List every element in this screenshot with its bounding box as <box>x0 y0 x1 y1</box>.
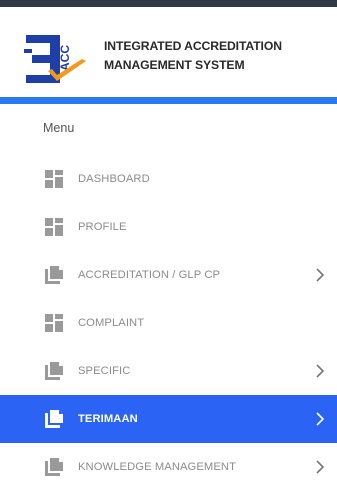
iams-logo[interactable]: ACC <box>24 31 90 89</box>
chevron-right-icon <box>316 412 325 426</box>
sidebar-item-label: DASHBOARD <box>78 173 150 185</box>
sidebar-item-label: PROFILE <box>78 221 127 233</box>
chevron-right-icon <box>316 268 325 282</box>
sidebar-item-label: COMPLAINT <box>78 317 145 329</box>
sidebar-item-knowledge-management[interactable]: KNOWLEDGE MANAGEMENT <box>0 443 337 491</box>
brand-header: ACC INTEGRATED ACCREDITATION MANAGEMENT … <box>0 7 337 97</box>
sidebar-item-specific[interactable]: SPECIFIC <box>0 347 337 395</box>
app-title: INTEGRATED ACCREDITATION MANAGEMENT SYST… <box>104 37 282 75</box>
sidebar-nav: DASHBOARD PROFILE ACCREDITATION / GLP CP <box>0 155 337 491</box>
sidebar-item-profile[interactable]: PROFILE <box>0 203 337 251</box>
chevron-right-icon <box>316 460 325 474</box>
sidebar-item-dashboard[interactable]: DASHBOARD <box>0 155 337 203</box>
top-strip <box>0 0 337 7</box>
grid-icon <box>45 170 63 188</box>
sidebar-item-label: KNOWLEDGE MANAGEMENT <box>78 461 237 473</box>
sidebar-item-terimaan[interactable]: TERIMAAN <box>0 395 337 443</box>
chevron-right-icon <box>316 364 325 378</box>
sidebar-item-accreditation[interactable]: ACCREDITATION / GLP CP <box>0 251 337 299</box>
menu-heading: Menu <box>43 121 75 135</box>
app-title-line2: MANAGEMENT SYSTEM <box>104 58 245 72</box>
accent-bar <box>0 97 337 104</box>
grid-icon <box>45 314 63 332</box>
sidebar-item-label: SPECIFIC <box>78 365 131 377</box>
grid-icon <box>45 218 63 236</box>
sidebar-item-label: TERIMAAN <box>78 413 138 425</box>
documents-icon <box>45 362 63 380</box>
documents-icon <box>45 266 63 284</box>
documents-icon <box>45 458 63 476</box>
documents-icon <box>45 410 63 428</box>
sidebar-item-label: ACCREDITATION / GLP CP <box>78 269 221 281</box>
sidebar-item-complaint[interactable]: COMPLAINT <box>0 299 337 347</box>
app-title-line1: INTEGRATED ACCREDITATION <box>104 39 282 53</box>
